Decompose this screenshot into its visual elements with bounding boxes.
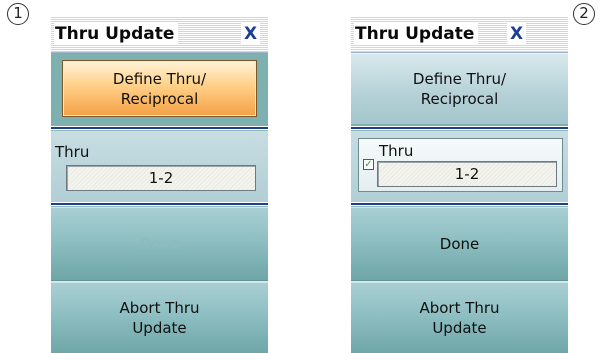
- callout-1: 1: [7, 3, 29, 25]
- thru-update-panel-1: Thru Update X Define Thru/ Reciprocal Th…: [51, 16, 268, 353]
- thru-field[interactable]: 1-2: [66, 165, 256, 191]
- panel-title: Thru Update: [354, 23, 479, 45]
- abort-thru-update-label: Abort Thru Update: [419, 299, 500, 337]
- define-thru-reciprocal-label: Define Thru/ Reciprocal: [412, 70, 507, 108]
- title-bar: Thru Update X: [351, 16, 568, 53]
- panel-title: Thru Update: [54, 23, 179, 45]
- done-label: Done: [439, 235, 480, 253]
- title-bar: Thru Update X: [51, 16, 268, 53]
- thru-group: Thru 1-2: [51, 131, 268, 202]
- close-button[interactable]: X: [241, 23, 261, 45]
- close-button[interactable]: X: [507, 23, 527, 45]
- done-button[interactable]: Done: [51, 207, 268, 280]
- abort-thru-update-label: Abort Thru Update: [119, 299, 200, 337]
- define-thru-reciprocal-button[interactable]: Define Thru/ Reciprocal: [62, 60, 257, 117]
- define-thru-reciprocal-label: Define Thru/ Reciprocal: [112, 69, 207, 108]
- done-button[interactable]: Done: [351, 207, 568, 280]
- thru-frame: ✓ Thru 1-2: [358, 138, 563, 192]
- abort-thru-update-button[interactable]: Abort Thru Update: [351, 282, 568, 353]
- done-label: Done: [139, 235, 180, 253]
- abort-thru-update-button[interactable]: Abort Thru Update: [51, 282, 268, 353]
- thru-update-panel-2: Thru Update X Define Thru/ Reciprocal ✓ …: [351, 16, 568, 353]
- define-thru-reciprocal-button[interactable]: Define Thru/ Reciprocal: [351, 53, 568, 124]
- thru-group: ✓ Thru 1-2: [351, 131, 568, 202]
- callout-2: 2: [573, 3, 595, 25]
- thru-checkbox[interactable]: ✓: [363, 159, 374, 170]
- thru-label: Thru: [379, 142, 414, 160]
- thru-label: Thru: [55, 143, 90, 161]
- thru-field[interactable]: 1-2: [377, 161, 557, 187]
